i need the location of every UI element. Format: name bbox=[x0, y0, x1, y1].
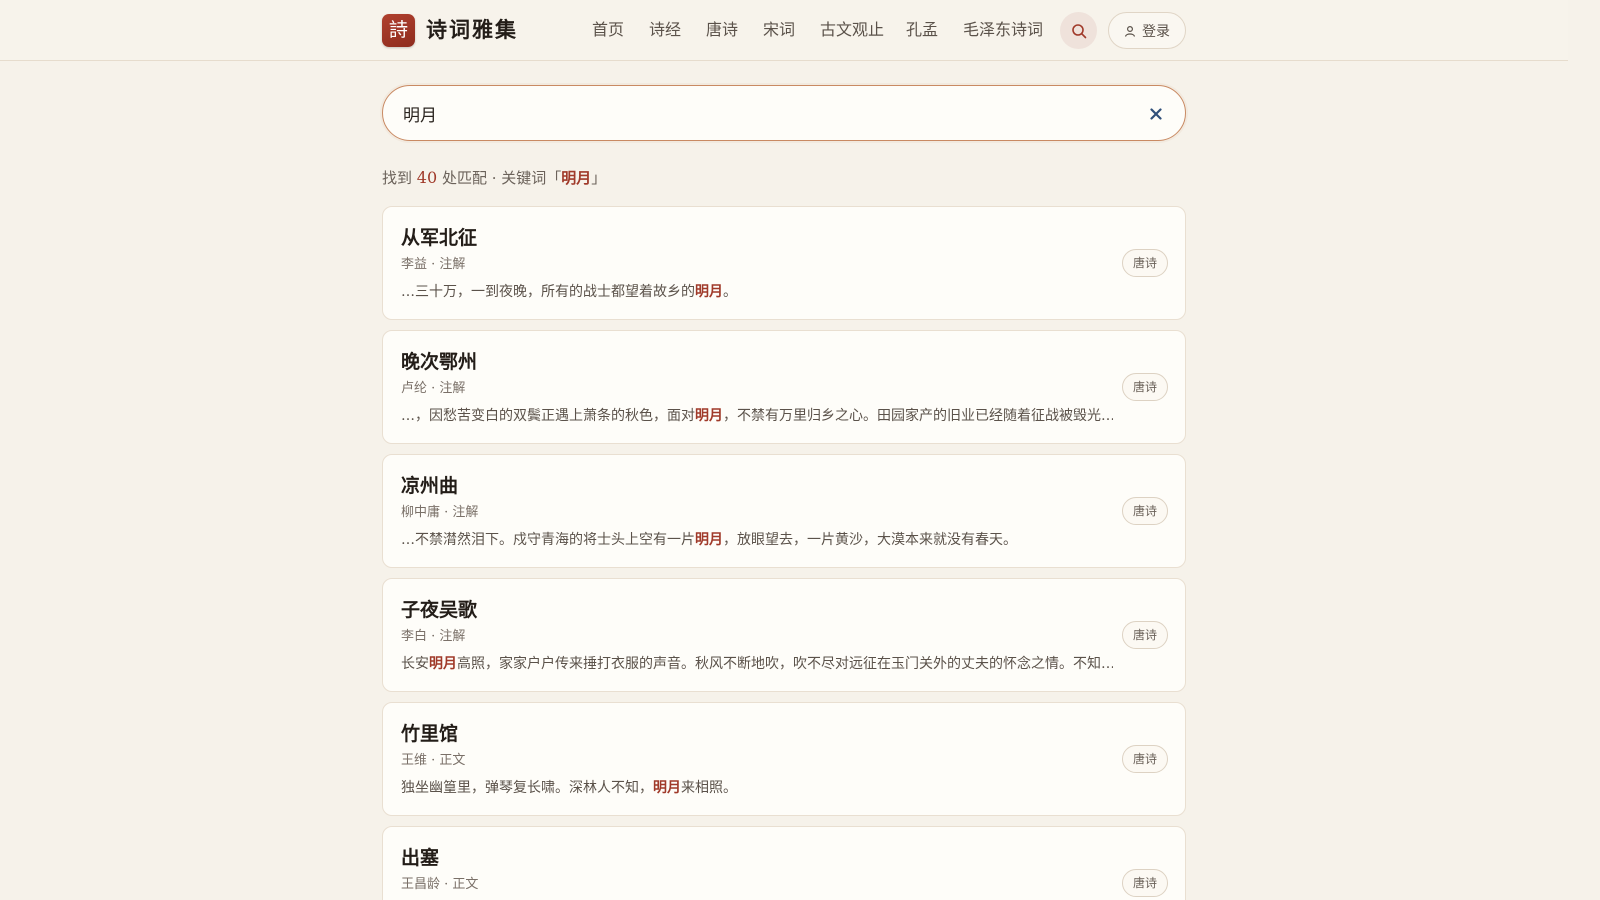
summary-keyword: 明月 bbox=[561, 169, 592, 187]
nav-item-home[interactable]: 首页 bbox=[592, 18, 624, 42]
result-title[interactable]: 出塞 bbox=[401, 845, 439, 871]
result-meta: 卢纶 · 注解 bbox=[401, 381, 466, 396]
top-navigation-bar: 詩 诗词雅集 首页 诗经 唐诗 宋词 古文观止 孔孟 毛泽东诗词 登录 bbox=[0, 0, 1568, 61]
result-meta: 王昌龄 · 正文 bbox=[401, 877, 479, 892]
result-snippet: 长安明月高照，家家户户传来捶打衣服的声音。秋风不断地吹，吹不尽对远征在玉门关外的… bbox=[401, 653, 1113, 675]
nav-item-tangshi[interactable]: 唐诗 bbox=[706, 18, 738, 42]
category-tag[interactable]: 唐诗 bbox=[1122, 497, 1168, 525]
result-card[interactable]: 子夜吴歌 李白 · 注解 长安明月高照，家家户户传来捶打衣服的声音。秋风不断地吹… bbox=[382, 578, 1186, 692]
result-title[interactable]: 子夜吴歌 bbox=[401, 597, 477, 623]
result-snippet: 独坐幽篁里，弹琴复长啸。深林人不知，明月来相照。 bbox=[401, 777, 1113, 799]
login-button[interactable]: 登录 bbox=[1108, 12, 1186, 49]
result-title[interactable]: 凉州曲 bbox=[401, 473, 458, 499]
summary-middle: 处匹配 · 关键词「 bbox=[441, 169, 562, 187]
result-card[interactable]: 竹里馆 王维 · 正文 独坐幽篁里，弹琴复长啸。深林人不知，明月来相照。 唐诗 bbox=[382, 702, 1186, 816]
nav-item-guwen[interactable]: 古文观止 bbox=[820, 18, 884, 42]
snippet-highlight: 明月 bbox=[695, 284, 723, 300]
result-card[interactable]: 凉州曲 柳中庸 · 注解 …不禁潸然泪下。戍守青海的将士头上空有一片明月，放眼望… bbox=[382, 454, 1186, 568]
result-card[interactable]: 出塞 王昌龄 · 正文 唐诗 bbox=[382, 826, 1186, 900]
summary-prefix: 找到 bbox=[382, 169, 413, 187]
result-meta: 柳中庸 · 注解 bbox=[401, 505, 479, 520]
snippet-text: 独坐幽篁里，弹琴复长啸。深林人不知， bbox=[401, 780, 653, 796]
snippet-highlight: 明月 bbox=[695, 532, 723, 548]
result-title[interactable]: 晚次鄂州 bbox=[401, 349, 477, 375]
login-label: 登录 bbox=[1142, 23, 1170, 40]
category-tag[interactable]: 唐诗 bbox=[1122, 745, 1168, 773]
nav-item-kongmeng[interactable]: 孔孟 bbox=[906, 18, 938, 42]
result-title[interactable]: 竹里馆 bbox=[401, 721, 458, 747]
nav-item-shijing[interactable]: 诗经 bbox=[649, 18, 681, 42]
nav-item-mao[interactable]: 毛泽东诗词 bbox=[963, 18, 1043, 42]
result-meta: 李益 · 注解 bbox=[401, 257, 466, 272]
snippet-text: 。 bbox=[723, 284, 737, 300]
snippet-text: ，不禁有万里归乡之心。田园家产的旧业已经随着征战被毁光… bbox=[723, 408, 1113, 424]
result-meta: 王维 · 正文 bbox=[401, 753, 466, 768]
search-icon bbox=[1071, 23, 1086, 38]
category-tag[interactable]: 唐诗 bbox=[1122, 373, 1168, 401]
snippet-text: ，放眼望去，一片黄沙，大漠本来就没有春天。 bbox=[723, 532, 1017, 548]
site-title[interactable]: 诗词雅集 bbox=[426, 15, 518, 45]
snippet-text: …不禁潸然泪下。戍守青海的将士头上空有一片 bbox=[401, 532, 695, 548]
nav-item-songci[interactable]: 宋词 bbox=[763, 18, 795, 42]
search-box bbox=[382, 85, 1186, 141]
result-summary: 找到 40 处匹配 · 关键词「明月」 bbox=[382, 166, 606, 190]
snippet-highlight: 明月 bbox=[695, 408, 723, 424]
snippet-text: …，因愁苦变白的双鬓正遇上萧条的秋色，面对 bbox=[401, 408, 695, 424]
result-snippet: …，因愁苦变白的双鬓正遇上萧条的秋色，面对明月，不禁有万里归乡之心。田园家产的旧… bbox=[401, 405, 1113, 427]
result-snippet: …不禁潸然泪下。戍守青海的将士头上空有一片明月，放眼望去，一片黄沙，大漠本来就没… bbox=[401, 529, 1113, 551]
user-icon bbox=[1124, 25, 1136, 37]
snippet-text: 来相照。 bbox=[681, 780, 737, 796]
category-tag[interactable]: 唐诗 bbox=[1122, 249, 1168, 277]
snippet-highlight: 明月 bbox=[653, 780, 681, 796]
header-search-button[interactable] bbox=[1060, 12, 1097, 49]
result-snippet: …三十万，一到夜晚，所有的战士都望着故乡的明月。 bbox=[401, 281, 1113, 303]
snippet-text: …三十万，一到夜晚，所有的战士都望着故乡的 bbox=[401, 284, 695, 300]
snippet-highlight: 明月 bbox=[429, 656, 457, 672]
logo-icon[interactable]: 詩 bbox=[382, 14, 415, 47]
summary-suffix: 」 bbox=[591, 169, 607, 187]
result-title[interactable]: 从军北征 bbox=[401, 225, 477, 251]
search-input[interactable] bbox=[403, 86, 1123, 140]
result-count: 40 bbox=[416, 168, 438, 187]
snippet-text: 长安 bbox=[401, 656, 429, 672]
result-meta: 李白 · 注解 bbox=[401, 629, 466, 644]
close-icon bbox=[1150, 108, 1162, 120]
result-card[interactable]: 晚次鄂州 卢纶 · 注解 …，因愁苦变白的双鬓正遇上萧条的秋色，面对明月，不禁有… bbox=[382, 330, 1186, 444]
category-tag[interactable]: 唐诗 bbox=[1122, 869, 1168, 897]
snippet-text: 高照，家家户户传来捶打衣服的声音。秋风不断地吹，吹不尽对远征在玉门关外的丈夫的怀… bbox=[457, 656, 1113, 672]
result-card[interactable]: 从军北征 李益 · 注解 …三十万，一到夜晚，所有的战士都望着故乡的明月。 唐诗 bbox=[382, 206, 1186, 320]
category-tag[interactable]: 唐诗 bbox=[1122, 621, 1168, 649]
clear-search-button[interactable] bbox=[1145, 103, 1167, 125]
